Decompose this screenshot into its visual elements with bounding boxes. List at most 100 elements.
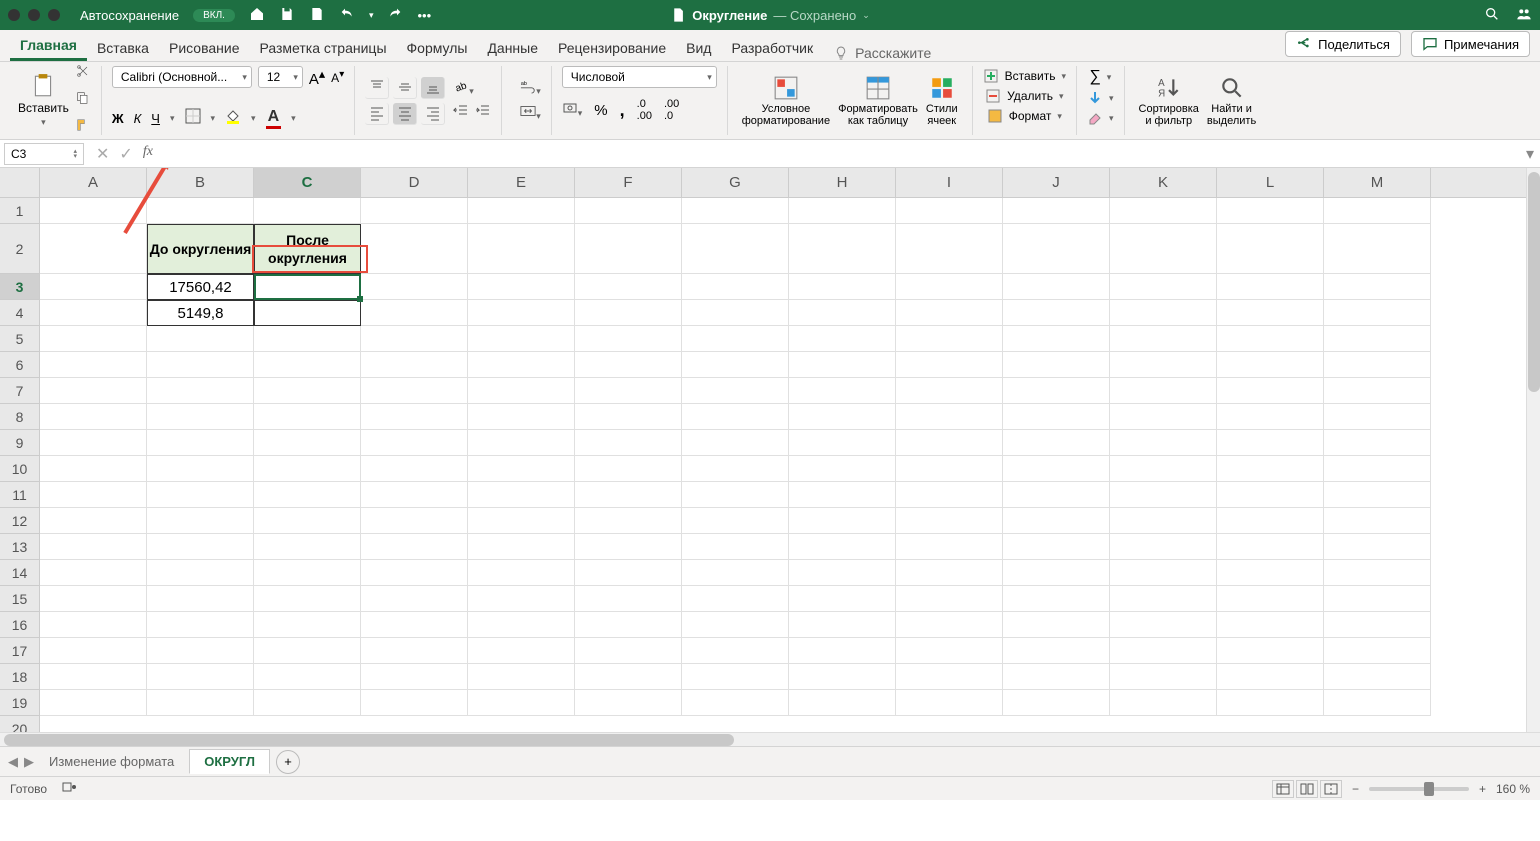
tab-formulas[interactable]: Формулы [397, 34, 478, 61]
tell-me[interactable]: Расскажите [833, 45, 931, 61]
col-header-M[interactable]: M [1324, 168, 1431, 197]
conditional-formatting-button[interactable]: Условное форматирование [738, 75, 834, 127]
row-header-10[interactable]: 10 [0, 456, 39, 482]
cancel-icon[interactable]: ✕ [96, 144, 109, 164]
indent-decrease-icon[interactable] [453, 103, 469, 124]
tab-data[interactable]: Данные [477, 34, 548, 61]
insert-cells-button[interactable]: Вставить▾ [983, 66, 1066, 86]
col-header-K[interactable]: K [1110, 168, 1217, 197]
sheet-tab-1[interactable]: Изменение формата [34, 749, 189, 774]
col-header-H[interactable]: H [789, 168, 896, 197]
cell-B4[interactable]: 5149,8 [147, 300, 254, 326]
tab-home[interactable]: Главная [10, 31, 87, 61]
share-button[interactable]: Поделиться [1285, 31, 1401, 57]
minimize-dot[interactable] [28, 9, 40, 21]
font-color-icon[interactable]: А [266, 108, 282, 129]
autosave-toggle[interactable]: ВКЛ. [193, 9, 235, 22]
cells-area[interactable]: До округленияПосле округления 17560,42 5… [40, 198, 1526, 732]
col-header-J[interactable]: J [1003, 168, 1110, 197]
currency-icon[interactable]: ▾ [562, 100, 583, 121]
title-dropdown[interactable]: ⌄ [862, 10, 870, 21]
horizontal-scrollbar[interactable] [0, 732, 1540, 746]
align-center-icon[interactable] [393, 103, 417, 125]
row-header-20[interactable]: 20 [0, 716, 39, 732]
row-header-6[interactable]: 6 [0, 352, 39, 378]
shrink-font-icon[interactable]: A▾ [331, 69, 344, 85]
row-header-2[interactable]: 2 [0, 224, 39, 274]
row-header-4[interactable]: 4 [0, 300, 39, 326]
row-header-14[interactable]: 14 [0, 560, 39, 586]
share-people-icon[interactable] [1516, 6, 1532, 25]
enter-icon[interactable]: ✓ [119, 144, 132, 164]
macro-record-icon[interactable] [61, 779, 77, 798]
row-header-18[interactable]: 18 [0, 664, 39, 690]
row-header-15[interactable]: 15 [0, 586, 39, 612]
undo-icon[interactable] [339, 6, 355, 25]
col-header-A[interactable]: A [40, 168, 147, 197]
zoom-out-button[interactable]: − [1352, 782, 1359, 796]
thousands-icon[interactable]: , [620, 100, 625, 121]
tab-developer[interactable]: Разработчик [721, 34, 823, 61]
row-header-1[interactable]: 1 [0, 198, 39, 224]
zoom-slider-thumb[interactable] [1424, 782, 1434, 796]
vertical-scrollbar[interactable] [1526, 168, 1540, 732]
sheet-prev-icon[interactable]: ◀ [8, 754, 18, 770]
row-header-7[interactable]: 7 [0, 378, 39, 404]
font-size-combo[interactable]: 12▾ [258, 66, 303, 88]
align-middle-icon[interactable] [393, 77, 417, 99]
zoom-in-button[interactable]: + [1479, 782, 1486, 796]
vertical-scroll-thumb[interactable] [1528, 172, 1540, 392]
comments-button[interactable]: Примечания [1411, 31, 1530, 57]
redo-icon[interactable] [387, 6, 403, 25]
clear-button[interactable]: ▾ [1087, 108, 1114, 128]
tab-page-layout[interactable]: Разметка страницы [250, 34, 397, 61]
paste-button[interactable]: Вставить ▾ [18, 73, 69, 128]
format-cells-button[interactable]: Формат▾ [987, 106, 1062, 126]
undo-dropdown[interactable]: ▾ [369, 10, 374, 21]
row-header-9[interactable]: 9 [0, 430, 39, 456]
cell-B2[interactable]: До округления [147, 224, 254, 274]
col-header-I[interactable]: I [896, 168, 1003, 197]
search-icon[interactable] [1484, 6, 1500, 25]
align-bottom-icon[interactable] [421, 77, 445, 99]
font-name-combo[interactable]: Calibri (Основной...▾ [112, 66, 252, 88]
close-dot[interactable] [8, 9, 20, 21]
increase-decimal-icon[interactable]: .0.00 [637, 98, 652, 122]
col-header-C[interactable]: C [254, 168, 361, 197]
zoom-level[interactable]: 160 % [1496, 782, 1530, 796]
save-as-icon[interactable] [309, 6, 325, 25]
align-left-icon[interactable] [365, 103, 389, 125]
bold-button[interactable]: Ж [112, 111, 124, 126]
row-header-5[interactable]: 5 [0, 326, 39, 352]
align-top-icon[interactable] [365, 77, 389, 99]
percent-icon[interactable]: % [594, 102, 607, 119]
fill-handle[interactable] [357, 296, 363, 302]
number-format-combo[interactable]: Числовой▾ [562, 66, 717, 88]
maximize-dot[interactable] [48, 9, 60, 21]
more-icon[interactable]: ••• [417, 8, 431, 23]
cell-C4[interactable] [254, 300, 361, 326]
fill-color-icon[interactable] [225, 108, 241, 129]
delete-cells-button[interactable]: Удалить▾ [985, 86, 1063, 106]
fill-button[interactable]: ▾ [1087, 88, 1114, 108]
format-as-table-button[interactable]: Форматировать как таблицу [834, 75, 922, 127]
home-icon[interactable] [249, 6, 265, 25]
tab-review[interactable]: Рецензирование [548, 34, 676, 61]
borders-icon[interactable] [185, 108, 201, 129]
grow-font-icon[interactable]: A▴ [309, 66, 325, 88]
row-header-13[interactable]: 13 [0, 534, 39, 560]
copy-icon[interactable] [75, 90, 91, 111]
row-header-11[interactable]: 11 [0, 482, 39, 508]
sheet-next-icon[interactable]: ▶ [24, 754, 34, 770]
italic-button[interactable]: К [134, 111, 142, 126]
orientation-icon[interactable]: ab▾ [453, 78, 491, 99]
row-header-3[interactable]: 3 [0, 274, 39, 300]
cell-C2[interactable]: После округления [254, 224, 361, 274]
add-sheet-button[interactable]: + [276, 750, 300, 774]
autosum-button[interactable]: ∑▾ [1089, 66, 1111, 88]
expand-formula-bar[interactable]: ▾ [1520, 144, 1540, 164]
col-header-E[interactable]: E [468, 168, 575, 197]
merge-icon[interactable]: ▾ [520, 103, 541, 124]
row-header-16[interactable]: 16 [0, 612, 39, 638]
decrease-decimal-icon[interactable]: .00.0 [664, 98, 679, 122]
